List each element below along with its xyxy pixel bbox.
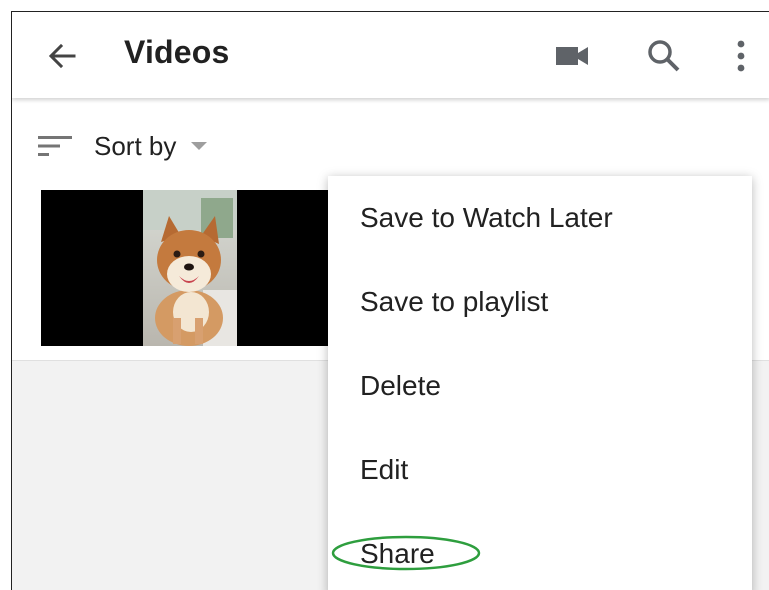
sort-by-button[interactable]: Sort by xyxy=(38,128,208,164)
app-frame: Videos Sort by Save to Watch Later Save … xyxy=(11,11,769,590)
back-button[interactable] xyxy=(44,38,80,74)
more-vert-icon xyxy=(737,40,745,72)
search-icon xyxy=(648,40,680,72)
sort-icon xyxy=(38,136,72,156)
videocam-icon xyxy=(556,47,588,65)
menu-item-save-to-watch-later[interactable]: Save to Watch Later xyxy=(328,176,752,260)
app-bar: Videos xyxy=(12,12,769,98)
page-title: Videos xyxy=(124,34,230,70)
dog-video-thumbnail xyxy=(143,190,237,346)
sort-by-label: Sort by xyxy=(94,130,177,161)
menu-item-edit[interactable]: Edit xyxy=(328,428,752,512)
caret-down-icon xyxy=(191,142,208,150)
search-button[interactable] xyxy=(644,36,684,76)
record-video-button[interactable] xyxy=(552,38,592,74)
context-menu: Save to Watch Later Save to playlist Del… xyxy=(328,176,752,590)
video-thumbnail[interactable] xyxy=(41,190,341,346)
menu-item-delete[interactable]: Delete xyxy=(328,344,752,428)
menu-item-save-to-playlist[interactable]: Save to playlist xyxy=(328,260,752,344)
arrow-back-icon xyxy=(48,43,76,69)
menu-item-share[interactable]: Share xyxy=(328,512,752,590)
more-options-button[interactable] xyxy=(726,36,756,76)
